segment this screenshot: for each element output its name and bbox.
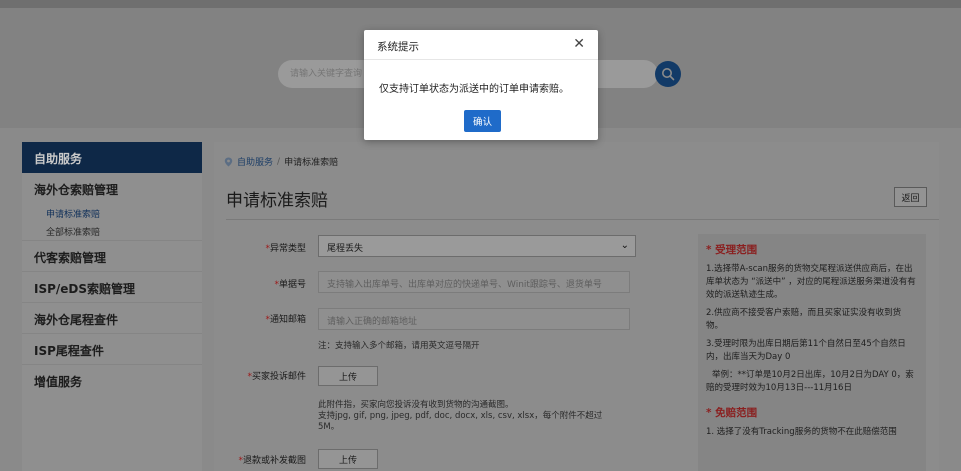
complaint-mail-label: *买家投诉邮件	[247, 372, 306, 382]
scope-title: * 受理范围	[706, 244, 758, 256]
scope-rule-2: 2.供应商不接受客户索赔，而且买家证实没有收到货物。	[706, 308, 902, 331]
breadcrumb-current: 申请标准索赔	[284, 158, 339, 168]
email-label: *通知邮箱	[265, 315, 306, 325]
top-bar	[0, 0, 961, 8]
scope-example: 举例：**订单是10月2日出库，10月2日为DAY 0，索赔的受理时效为10月1…	[706, 370, 914, 393]
sidebar-item-value-added[interactable]: 增值服务	[22, 365, 202, 396]
back-button[interactable]: 返回	[894, 187, 927, 207]
breadcrumb: 自助服务 / 申请标准索赔	[224, 155, 338, 168]
refund-screenshot-label: *退款或补发截图	[238, 456, 306, 466]
sidebar-subitem-all-claims[interactable]: 全部标准索赔	[22, 222, 202, 241]
exception-type-label: *异常类型	[265, 244, 306, 254]
sidebar-item-overseas-tracking[interactable]: 海外仓尾程查件	[22, 303, 202, 334]
dialog-header: 系统提示 ✕	[364, 30, 598, 60]
title-divider	[226, 219, 939, 220]
sidebar: 自助服务 海外仓索赔管理 申请标准索赔 全部标准索赔 代客索赔管理 ISP/eD…	[22, 142, 202, 471]
complaint-mail-upload-button[interactable]: 上传	[318, 366, 378, 386]
refund-screenshot-upload-button[interactable]: 上传	[318, 449, 378, 469]
search-button[interactable]	[655, 61, 681, 87]
close-icon[interactable]: ✕	[573, 36, 585, 52]
confirm-button[interactable]: 确认	[464, 110, 501, 132]
sidebar-item-proxy-claims[interactable]: 代客索赔管理	[22, 241, 202, 272]
complaint-mail-hint-2: 支持jpg, gif, png, jpeg, pdf, doc, docx, x…	[318, 411, 603, 421]
order-number-label: *单据号	[274, 280, 306, 290]
sidebar-subitem-apply-claim[interactable]: 申请标准索赔	[22, 204, 202, 222]
email-input[interactable]: 请输入正确的邮箱地址	[318, 308, 630, 330]
chevron-down-icon: ⌄	[620, 240, 629, 251]
breadcrumb-home[interactable]: 自助服务	[237, 155, 273, 168]
system-prompt-dialog: 系统提示 ✕ 仅支持订单状态为派送中的订单申请索赔。 确认	[364, 30, 598, 140]
exception-type-select[interactable]: 尾程丢失 ⌄	[318, 235, 636, 257]
exempt-rule-1: 1. 选择了没有Tracking服务的货物不在此赔偿范围	[706, 427, 897, 437]
sidebar-item-isp-tracking[interactable]: ISP尾程查件	[22, 334, 202, 365]
order-number-input[interactable]: 支持输入出库单号、出库单对应的快递单号、Winit跟踪号、退货单号	[318, 271, 630, 293]
breadcrumb-separator: /	[277, 156, 281, 167]
exception-type-value: 尾程丢失	[327, 244, 364, 254]
scope-rule-1: 1.选择带A-scan服务的货物交尾程派送供应商后，在出库单状态为 “派送中” …	[706, 264, 916, 300]
info-panel: * 受理范围 1.选择带A-scan服务的货物交尾程派送供应商后，在出库单状态为…	[698, 234, 926, 471]
sidebar-item-isp-eds-claims[interactable]: ISP/eDS索赔管理	[22, 272, 202, 303]
email-hint: 注：支持输入多个邮箱，请用英文逗号隔开	[318, 341, 480, 351]
sidebar-item-overseas-claims[interactable]: 海外仓索赔管理	[22, 173, 202, 204]
complaint-mail-hint-3: 5M。	[318, 422, 340, 432]
search-icon	[662, 68, 675, 81]
page-title: 申请标准索赔	[226, 191, 328, 211]
exempt-title: * 免赔范围	[706, 407, 758, 419]
dialog-message: 仅支持订单状态为派送中的订单申请索赔。	[379, 84, 569, 95]
location-pin-icon	[224, 157, 233, 166]
dialog-title: 系统提示	[377, 41, 419, 53]
scope-rule-3: 3.受理时限为出库日期后第11个自然日至45个自然日内，出库当天为Day 0	[706, 339, 906, 362]
sidebar-header: 自助服务	[22, 142, 202, 173]
